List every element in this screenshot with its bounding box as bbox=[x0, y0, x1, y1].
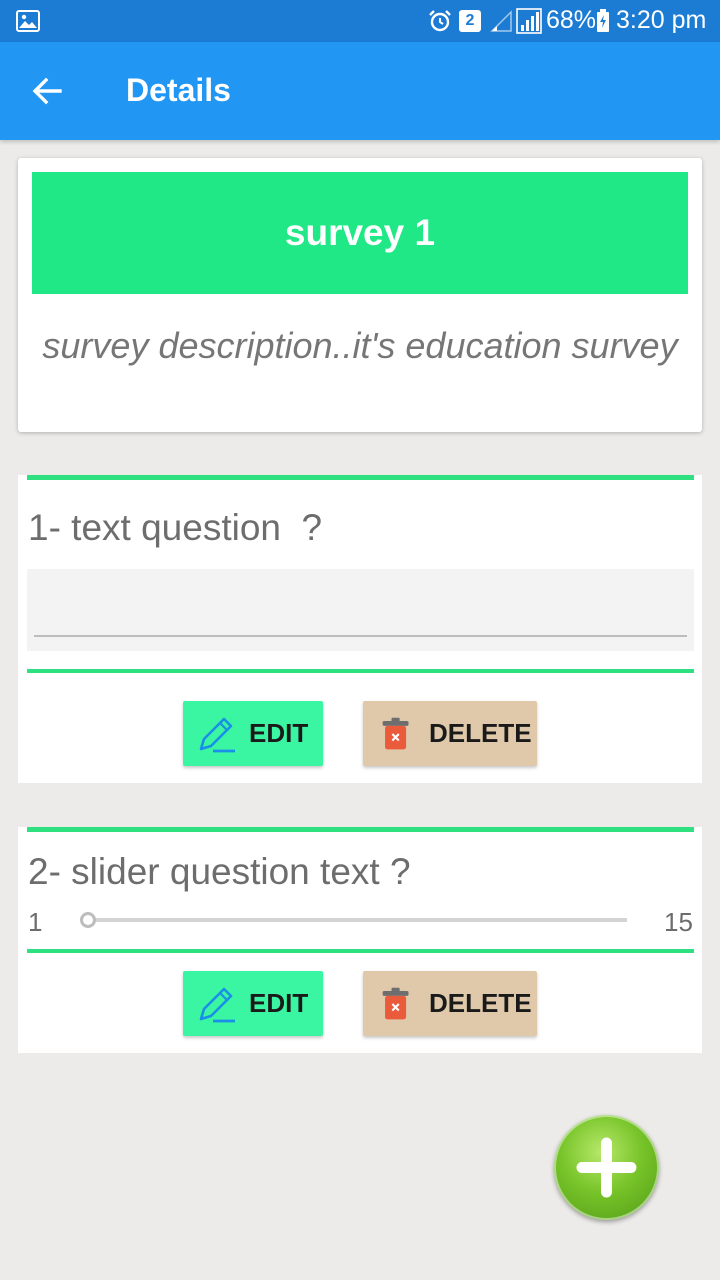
pencil-icon bbox=[199, 717, 235, 752]
answer-text-field[interactable] bbox=[27, 569, 694, 651]
slider-min-label: 1 bbox=[28, 907, 43, 937]
input-underline bbox=[34, 635, 687, 637]
edit-button-label: EDIT bbox=[249, 718, 309, 748]
question-text: 2- slider question text ? bbox=[28, 851, 411, 892]
edit-button[interactable]: EDIT bbox=[183, 701, 323, 766]
survey-description: survey description..it's education surve… bbox=[42, 325, 678, 366]
slider-max-label: 15 bbox=[664, 907, 693, 937]
status-bar: 2 68% 3:20 pm bbox=[0, 0, 720, 42]
question-card-2: 2- slider question text ? 1 15 EDIT DELE… bbox=[18, 827, 702, 1053]
page-title: Details bbox=[126, 72, 231, 108]
notification-count-badge: 2 bbox=[459, 10, 481, 32]
trash-icon bbox=[382, 987, 409, 1019]
divider-top bbox=[27, 475, 694, 480]
divider-bottom bbox=[27, 949, 694, 953]
gallery-icon bbox=[16, 10, 40, 32]
edit-button-label: EDIT bbox=[249, 988, 309, 1018]
pencil-icon bbox=[199, 987, 235, 1022]
clock: 3:20 pm bbox=[616, 6, 707, 34]
question-card-1: 1- text question ? EDIT DELETE bbox=[18, 475, 702, 783]
alarm-icon bbox=[429, 10, 451, 32]
divider-bottom bbox=[27, 669, 694, 673]
signal-empty-icon bbox=[490, 10, 512, 32]
add-question-button[interactable] bbox=[554, 1115, 659, 1220]
delete-button[interactable]: DELETE bbox=[363, 701, 537, 766]
survey-title: survey 1 bbox=[32, 172, 688, 294]
app-bar: Details bbox=[0, 42, 720, 140]
plus-icon bbox=[576, 1137, 637, 1198]
delete-button[interactable]: DELETE bbox=[363, 971, 537, 1036]
slider-track[interactable] bbox=[80, 912, 627, 928]
arrow-left-icon[interactable] bbox=[30, 74, 64, 108]
survey-header-card: survey 1 survey description..it's educat… bbox=[18, 158, 702, 432]
trash-icon bbox=[382, 717, 409, 749]
divider-top bbox=[27, 827, 694, 832]
edit-button[interactable]: EDIT bbox=[183, 971, 323, 1036]
battery-percent: 68% bbox=[546, 6, 597, 34]
signal-icon bbox=[516, 8, 542, 34]
delete-button-label: DELETE bbox=[429, 988, 532, 1018]
slider-thumb[interactable] bbox=[80, 912, 96, 928]
battery-charging-icon bbox=[597, 9, 609, 32]
delete-button-label: DELETE bbox=[429, 718, 532, 748]
question-text: 1- text question ? bbox=[28, 507, 323, 548]
